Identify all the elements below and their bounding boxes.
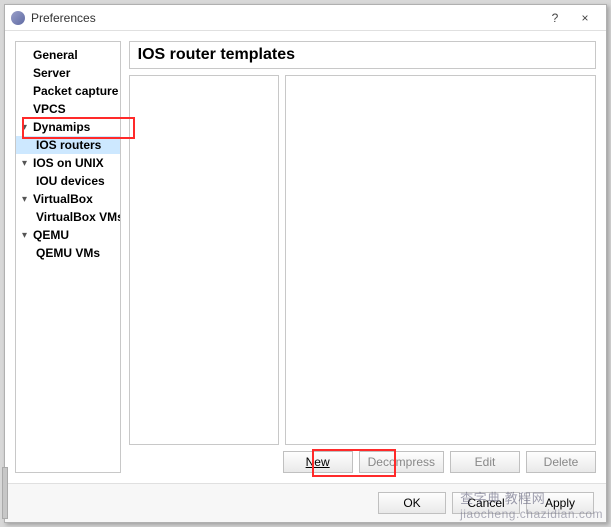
sidebar-item-label: IOS routers bbox=[36, 138, 101, 152]
sidebar-item-label: QEMU VMs bbox=[36, 246, 100, 260]
sidebar-item-label: IOU devices bbox=[36, 174, 105, 188]
chevron-down-icon: ▾ bbox=[22, 194, 32, 205]
chevron-down-icon: ▾ bbox=[22, 230, 32, 241]
sidebar-item-virtualbox[interactable]: ▾VirtualBox bbox=[16, 190, 120, 208]
sidebar-item-label: Dynamips bbox=[33, 120, 90, 134]
sidebar-item-ios-routers[interactable]: IOS routers bbox=[16, 136, 120, 154]
delete-button: Delete bbox=[526, 451, 596, 473]
window-title: Preferences bbox=[31, 11, 540, 25]
apply-button[interactable]: Apply bbox=[526, 492, 594, 514]
decompress-button: Decompress bbox=[359, 451, 444, 473]
sidebar-item-iou-devices[interactable]: IOU devices bbox=[16, 172, 120, 190]
sidebar-item-dynamips[interactable]: ▾Dynamips bbox=[16, 118, 120, 136]
template-list-pane[interactable] bbox=[129, 75, 279, 445]
ok-button[interactable]: OK bbox=[378, 492, 446, 514]
template-buttons: New Decompress Edit Delete bbox=[129, 451, 596, 473]
app-icon bbox=[11, 11, 25, 25]
close-button[interactable]: × bbox=[570, 8, 600, 28]
template-detail-pane bbox=[285, 75, 596, 445]
heading-box: IOS router templates bbox=[129, 41, 596, 69]
sidebar-item-label: IOS on UNIX bbox=[33, 156, 104, 170]
sidebar-item-qemu[interactable]: ▾QEMU bbox=[16, 226, 120, 244]
sidebar-item-label: Server bbox=[33, 66, 70, 80]
outer-scrollbar-fragment bbox=[2, 467, 8, 519]
sidebar-item-label: VPCS bbox=[33, 102, 66, 116]
title-bar: Preferences ? × bbox=[5, 5, 606, 31]
cancel-button[interactable]: Cancel bbox=[452, 492, 520, 514]
sidebar-item-label: VirtualBox bbox=[33, 192, 93, 206]
sidebar-item-label: General bbox=[33, 48, 78, 62]
chevron-down-icon: ▾ bbox=[22, 122, 32, 133]
dialog-body: GeneralServerPacket captureVPCS▾Dynamips… bbox=[5, 31, 606, 483]
sidebar-item-label: QEMU bbox=[33, 228, 69, 242]
sidebar-item-general[interactable]: General bbox=[16, 46, 120, 64]
panes bbox=[129, 75, 596, 445]
dialog-footer: OK Cancel Apply bbox=[5, 483, 606, 522]
sidebar-item-ios-on-unix[interactable]: ▾IOS on UNIX bbox=[16, 154, 120, 172]
new-button-label: New bbox=[306, 455, 330, 469]
sidebar-item-label: Packet capture bbox=[33, 84, 118, 98]
preferences-dialog: Preferences ? × General Server Packet capt… bbox=[4, 4, 607, 523]
chevron-down-icon: ▾ bbox=[22, 158, 32, 169]
help-button[interactable]: ? bbox=[540, 8, 570, 28]
sidebar-item-virtualbox-vms[interactable]: VirtualBox VMs bbox=[16, 208, 120, 226]
category-tree[interactable]: GeneralServerPacket captureVPCS▾Dynamips… bbox=[15, 41, 121, 473]
sidebar-item-qemu-vms[interactable]: QEMU VMs bbox=[16, 244, 120, 262]
sidebar-item-label: VirtualBox VMs bbox=[36, 210, 121, 224]
main-panel: IOS router templates New Decompress Edit… bbox=[129, 41, 596, 473]
edit-button: Edit bbox=[450, 451, 520, 473]
panel-heading: IOS router templates bbox=[138, 46, 295, 63]
sidebar-item-vpcs[interactable]: VPCS bbox=[16, 100, 120, 118]
sidebar-item-server[interactable]: Server bbox=[16, 64, 120, 82]
sidebar-item-packet-capture[interactable]: Packet capture bbox=[16, 82, 120, 100]
new-button[interactable]: New bbox=[283, 451, 353, 473]
